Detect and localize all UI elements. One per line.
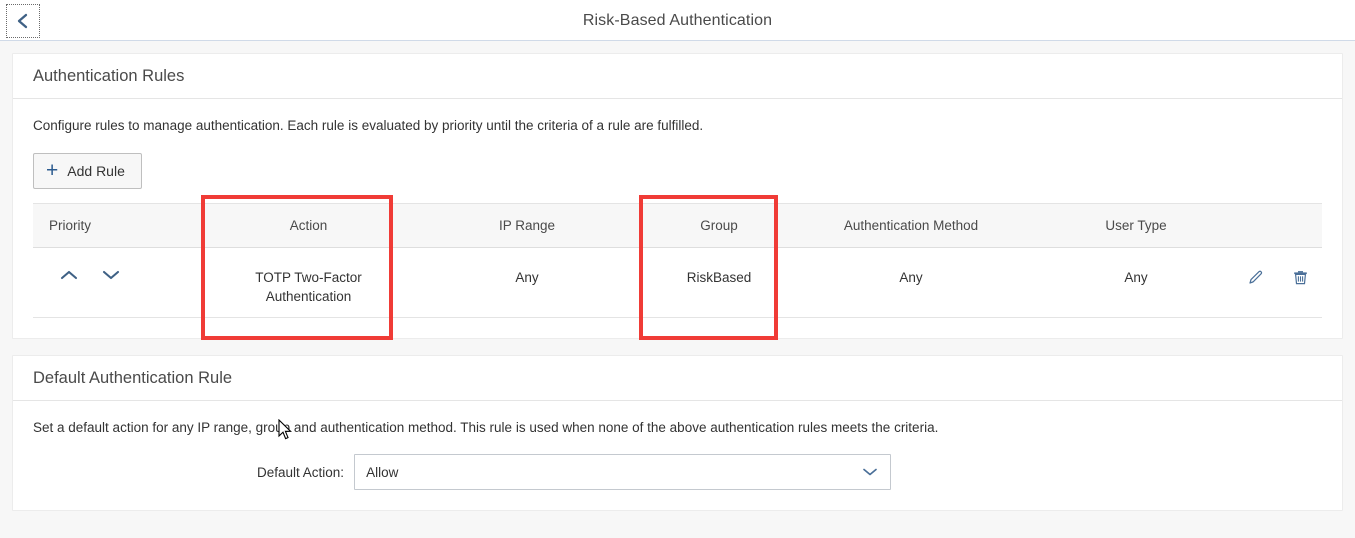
default-authentication-rule-card: Default Authentication Rule Set a defaul… bbox=[12, 354, 1343, 512]
column-header-action[interactable]: Action bbox=[213, 202, 404, 248]
cell-user-type: Any bbox=[1034, 247, 1238, 318]
default-action-select[interactable]: Allow bbox=[354, 454, 892, 491]
cell-authentication-method: Any bbox=[788, 247, 1034, 318]
page-title: Risk-Based Authentication bbox=[582, 12, 773, 29]
pencil-icon bbox=[1246, 270, 1265, 290]
trash-icon bbox=[1291, 270, 1310, 290]
default-action-value: Allow bbox=[366, 464, 399, 480]
move-up-button[interactable] bbox=[59, 268, 79, 282]
authentication-rules-heading: Authentication Rules bbox=[13, 54, 1342, 99]
chevron-up-icon bbox=[59, 270, 79, 285]
add-rule-button[interactable]: + Add Rule bbox=[33, 152, 142, 189]
cell-action: TOTP Two-Factor Authentication bbox=[213, 247, 404, 318]
authentication-rules-description: Configure rules to manage authentication… bbox=[33, 118, 704, 133]
default-rule-body: Set a default action for any IP range, g… bbox=[13, 401, 1342, 511]
cell-ip-range: Any bbox=[404, 247, 650, 318]
column-header-authentication-method[interactable]: Authentication Method bbox=[788, 202, 1034, 248]
default-rule-description: Set a default action for any IP range, g… bbox=[33, 419, 939, 435]
top-bar: Risk-Based Authentication bbox=[0, 0, 1355, 41]
default-action-row: Default Action: Allow bbox=[33, 454, 1322, 491]
authentication-rules-card: Authentication Rules Configure rules to … bbox=[12, 53, 1343, 339]
column-header-row-actions bbox=[1238, 202, 1322, 248]
priority-controls bbox=[49, 268, 205, 282]
cell-row-actions bbox=[1238, 247, 1322, 318]
move-down-button[interactable] bbox=[101, 268, 121, 282]
column-header-priority[interactable]: Priority bbox=[33, 202, 213, 248]
column-header-group[interactable]: Group bbox=[650, 202, 788, 248]
page-content: Authentication Rules Configure rules to … bbox=[0, 41, 1355, 512]
edit-rule-button[interactable] bbox=[1246, 268, 1265, 287]
default-action-label: Default Action: bbox=[257, 464, 345, 480]
add-rule-label: Add Rule bbox=[67, 162, 125, 179]
default-rule-heading: Default Authentication Rule bbox=[13, 356, 1342, 401]
chevron-down-icon bbox=[861, 466, 879, 478]
table-row: TOTP Two-Factor Authentication Any RiskB… bbox=[33, 247, 1322, 318]
cell-priority bbox=[33, 247, 213, 318]
column-header-ip-range[interactable]: IP Range bbox=[404, 202, 650, 248]
chevron-down-icon bbox=[101, 270, 121, 285]
authentication-rules-table: Priority Action IP Range Group Authentic… bbox=[33, 202, 1322, 318]
table-header-row: Priority Action IP Range Group Authentic… bbox=[33, 202, 1322, 248]
cell-group: RiskBased bbox=[650, 247, 788, 318]
column-header-user-type[interactable]: User Type bbox=[1034, 202, 1238, 248]
plus-icon: + bbox=[46, 159, 59, 183]
authentication-rules-body: Configure rules to manage authentication… bbox=[13, 99, 1342, 338]
delete-rule-button[interactable] bbox=[1291, 268, 1310, 287]
row-action-group bbox=[1246, 268, 1314, 287]
